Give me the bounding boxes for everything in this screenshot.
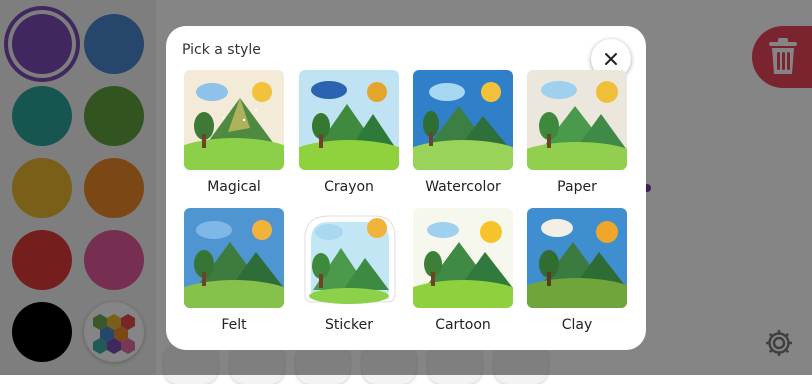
magical-style-thumbnail	[184, 70, 284, 170]
style-label: Magical	[207, 179, 261, 195]
cartoon-style-thumbnail	[413, 208, 513, 308]
style-option-sticker[interactable]: Sticker	[299, 208, 399, 333]
dialog-title: Pick a style	[182, 42, 261, 58]
style-option-cartoon[interactable]: Cartoon	[413, 208, 513, 333]
style-option-felt[interactable]: Felt	[184, 208, 284, 333]
sticker-style-thumbnail	[299, 208, 399, 308]
crayon-style-thumbnail	[299, 70, 399, 170]
style-option-clay[interactable]: Clay	[527, 208, 627, 333]
style-label: Sticker	[325, 317, 373, 333]
clay-style-thumbnail	[527, 208, 627, 308]
close-icon	[605, 53, 617, 65]
style-label: Felt	[221, 317, 247, 333]
style-label: Crayon	[324, 179, 374, 195]
watercolor-style-thumbnail	[413, 70, 513, 170]
style-option-magical[interactable]: Magical	[184, 70, 284, 195]
felt-style-thumbnail	[184, 208, 284, 308]
style-label: Clay	[561, 317, 593, 333]
style-option-crayon[interactable]: Crayon	[299, 70, 399, 195]
style-option-watercolor[interactable]: Watercolor	[413, 70, 513, 195]
style-option-paper[interactable]: Paper	[527, 70, 627, 195]
style-picker-dialog: Pick a style Magical Crayon Watercolor P…	[166, 26, 646, 350]
paper-style-thumbnail	[527, 70, 627, 170]
style-label: Paper	[557, 179, 597, 195]
style-label: Cartoon	[435, 317, 491, 333]
style-label: Watercolor	[425, 179, 501, 195]
